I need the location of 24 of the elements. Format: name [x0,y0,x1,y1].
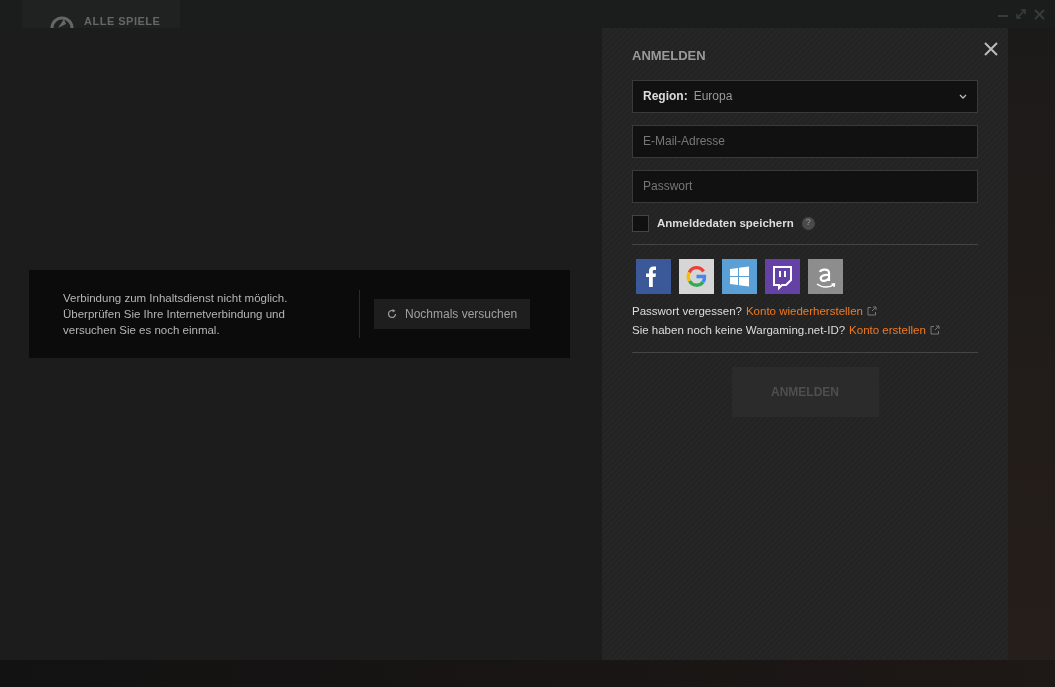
account-link[interactable]: Konto erstellen [849,320,926,340]
retry-button[interactable]: Nochmals versuchen [374,299,531,329]
logo-icon [50,14,74,28]
chevron-icon [959,93,967,99]
external-link-icon [929,325,940,336]
help-icon[interactable]: ? [801,216,815,230]
facebook-icon[interactable] [636,258,671,294]
link-prompt: Sie haben noch keine Wargaming.net-ID? [632,322,846,338]
refresh-icon [387,309,397,319]
region-dropdown[interactable]: Region: Europa [632,79,978,113]
error-message: Verbindung zum Inhaltsdienst nicht möglich. Überprüfen Sie Ihre Internetverbindung und versuchen Sie es noch einmal. [63,291,289,338]
chat-bubble-icon[interactable] [765,258,800,294]
email-field[interactable]: E-Mail-Adresse [632,124,978,158]
external-link-icon [866,306,877,317]
app-title: ALLE SPIELE [84,16,161,27]
checkbox-label[interactable]: Anmeldedaten speichern [657,214,794,232]
link-prompt: Passwort vergessen? [632,303,742,319]
password-field[interactable]: Passwort [632,169,978,203]
windows-icon[interactable] [722,258,757,294]
amazon-icon[interactable] [808,258,843,294]
login-title: ANMELDEN [632,47,707,65]
checkbox[interactable] [632,214,649,232]
google-icon[interactable] [679,258,714,294]
account-link[interactable]: Konto wiederherstellen [745,301,863,321]
